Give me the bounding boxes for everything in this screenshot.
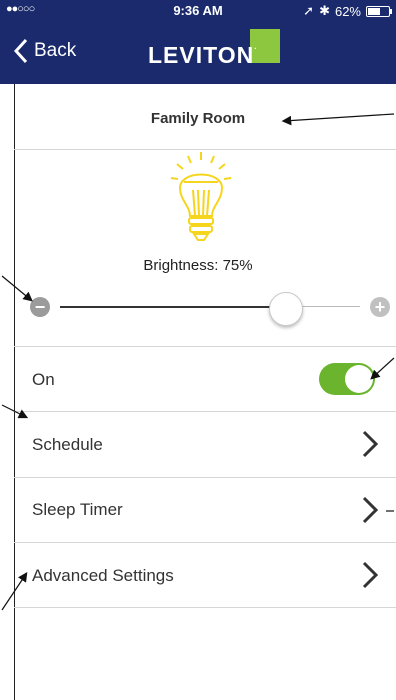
increase-brightness-button[interactable]: + (370, 297, 390, 317)
advanced-settings-row[interactable]: Advanced Settings (32, 566, 174, 586)
bluetooth-icon: ✱ (319, 3, 330, 18)
divider (14, 542, 396, 543)
chevron-right-icon[interactable] (360, 561, 380, 589)
battery-percent: 62% (334, 3, 361, 19)
annotation-arrow-slider (1, 275, 33, 302)
back-label: Back (34, 40, 77, 61)
logo-mark: . (254, 42, 258, 51)
schedule-row[interactable]: Schedule (32, 435, 103, 455)
back-button[interactable]: Back (14, 38, 76, 64)
divider (14, 607, 396, 608)
navigation-bar: Back LEVITON. (0, 20, 396, 84)
logo-text: LEVITON (148, 42, 255, 68)
chevron-right-icon[interactable] (360, 430, 380, 458)
divider (14, 346, 396, 347)
on-label: On (32, 370, 55, 389)
divider (14, 411, 396, 412)
power-toggle[interactable] (319, 363, 375, 395)
annotation-arrows (1, 113, 395, 611)
location-arrow-icon: ➚ (303, 3, 315, 18)
device-name-title: Family Room (150, 110, 246, 127)
divider (14, 149, 396, 150)
brightness-label: Brightness: 75% (143, 257, 253, 274)
divider (14, 477, 396, 478)
battery-icon (366, 5, 392, 17)
leviton-logo: LEVITON. (148, 29, 280, 72)
slider-track-filled (60, 306, 285, 308)
chevron-right-icon[interactable] (360, 496, 380, 524)
slider-thumb[interactable] (269, 292, 303, 326)
light-bulb-icon (170, 152, 232, 241)
status-right-group: ➚ ✱ 62% (303, 3, 392, 19)
decrease-brightness-button[interactable]: − (30, 297, 50, 317)
sleep-timer-row[interactable]: Sleep Timer (32, 500, 123, 520)
brightness-slider[interactable]: − + (30, 292, 396, 326)
annotation-arrow-toggle (370, 357, 395, 380)
status-bar: ●●○○○ 9:36 AM ➚ ✱ 62% (0, 0, 396, 20)
toggle-knob (345, 365, 373, 393)
chevron-left-icon (14, 38, 28, 64)
